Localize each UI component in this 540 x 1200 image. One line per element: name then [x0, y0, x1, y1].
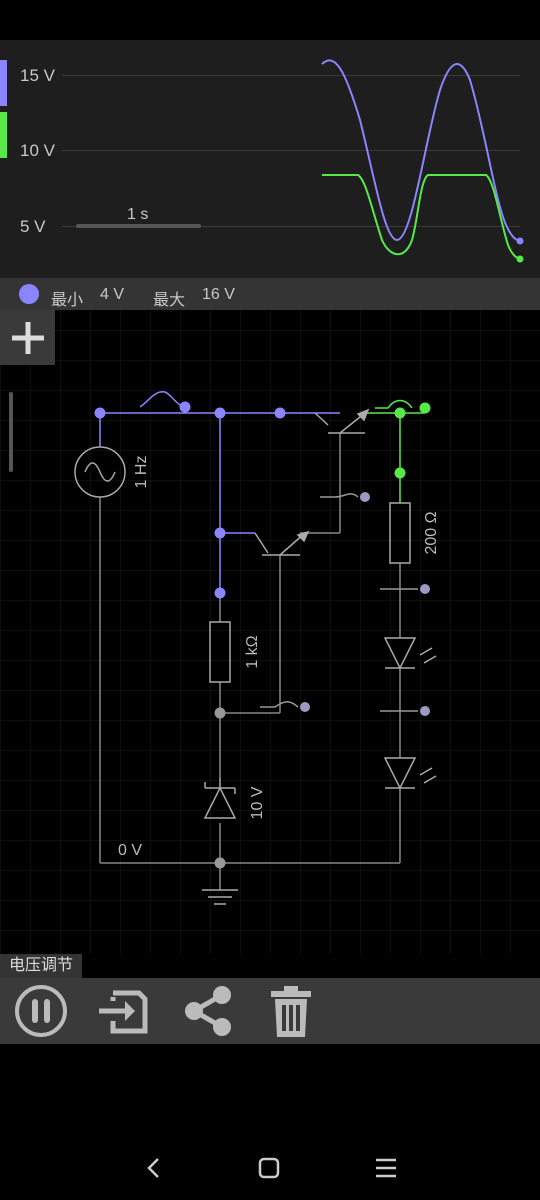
- max-value: 16 V: [202, 286, 235, 303]
- system-nav-bar: [0, 1130, 540, 1200]
- bottom-toolbar: [0, 978, 540, 1044]
- max-label: 最大: [153, 292, 186, 309]
- recents-button[interactable]: [366, 1150, 406, 1186]
- back-icon: [147, 1158, 159, 1178]
- led1-probe-dot[interactable]: [420, 584, 430, 594]
- waveform-input-end-dot: [516, 237, 524, 245]
- q1-probe-dot[interactable]: [360, 492, 370, 502]
- circuit-title-label: 电压调节: [0, 954, 83, 978]
- zener-voltage-label: 10 V: [249, 786, 266, 819]
- led2-probe-dot[interactable]: [420, 706, 430, 716]
- share-icon: [185, 986, 231, 1036]
- trash-icon: [271, 986, 311, 1037]
- pause-icon: [15, 985, 67, 1037]
- plus-icon: [11, 321, 44, 354]
- source-frequency-label: 1 Hz: [133, 456, 150, 489]
- waveform-input: [321, 59, 521, 242]
- min-label: 最小: [51, 292, 84, 309]
- status-bar: [0, 0, 540, 40]
- circuit-canvas[interactable]: 1 Hz 1 kΩ 10 V 0 V 200 Ω: [0, 310, 540, 954]
- series-selector-dot[interactable]: [19, 284, 39, 304]
- export-icon: [99, 990, 148, 1034]
- ground-voltage-label: 0 V: [118, 842, 142, 859]
- pause-button[interactable]: [13, 983, 69, 1039]
- export-button[interactable]: [95, 983, 151, 1039]
- waveform-plot: [321, 59, 524, 263]
- waveform-output-end-dot: [516, 255, 524, 263]
- add-component-button[interactable]: [0, 310, 55, 365]
- waveform-output: [322, 174, 521, 260]
- oscilloscope-panel[interactable]: 15 V 10 V 5 V 1 s: [0, 40, 540, 278]
- min-value: 4 V: [100, 286, 125, 303]
- home-button[interactable]: [249, 1150, 289, 1186]
- resistor-200-label: 200 Ω: [423, 511, 440, 554]
- canvas-grid: [0, 310, 540, 954]
- resistor-1k-label: 1 kΩ: [244, 635, 261, 668]
- menu-icon: [376, 1158, 396, 1178]
- back-button[interactable]: [134, 1150, 174, 1186]
- home-icon: [258, 1157, 280, 1179]
- share-button[interactable]: [180, 983, 236, 1039]
- scroll-indicator[interactable]: [9, 392, 13, 472]
- delete-button[interactable]: [263, 983, 319, 1039]
- resistor-probe-dot[interactable]: [300, 702, 310, 712]
